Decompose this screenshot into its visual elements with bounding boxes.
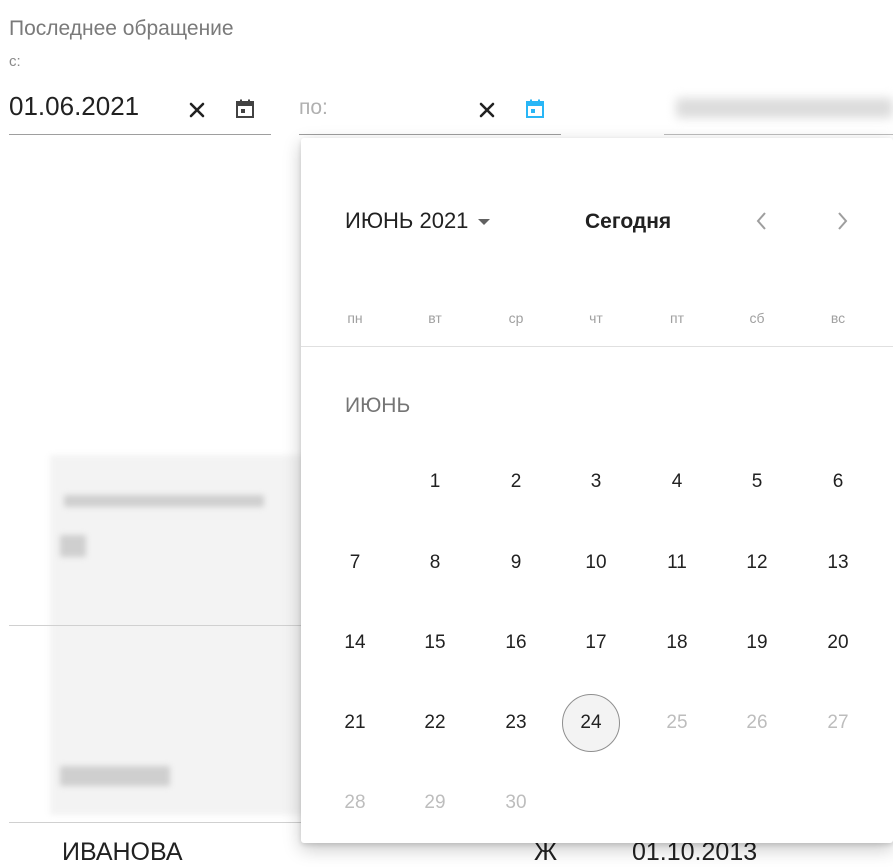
chevron-left-icon (756, 212, 766, 230)
day-cell[interactable]: 20 (808, 623, 868, 663)
last-visit-label: Последнее обращение (9, 17, 234, 40)
clear-from-close-icon[interactable] (183, 96, 211, 124)
day-cell-disabled: 28 (344, 792, 366, 813)
day-cell-disabled: 30 (505, 792, 527, 813)
day-cell[interactable]: 12 (727, 543, 787, 583)
weekday-label: пт (670, 310, 684, 326)
weekday-header: пн вт ср чт пт сб вс (301, 306, 893, 346)
day-cell[interactable]: 6 (808, 462, 868, 502)
day-cell-disabled: 26 (746, 712, 768, 733)
day-cell[interactable]: 18 (647, 623, 707, 663)
to-calendar-icon[interactable] (521, 95, 549, 123)
blurred-background-panel (50, 455, 310, 815)
blurred-line (60, 766, 170, 786)
day-cell[interactable]: 22 (405, 703, 465, 743)
month-year-dropdown[interactable]: ИЮНЬ 2021 (345, 208, 491, 234)
day-cell[interactable]: 19 (727, 623, 787, 663)
day-cell[interactable]: 14 (325, 623, 385, 663)
day-cell[interactable]: 7 (325, 543, 385, 583)
day-cell[interactable]: 8 (405, 543, 465, 583)
triangle-down-icon (478, 219, 491, 225)
weekday-label: вт (428, 310, 442, 326)
weekday-label: сб (749, 310, 765, 326)
day-cell[interactable]: 5 (727, 462, 787, 502)
date-to-placeholder: по: (299, 96, 328, 119)
month-year-label: ИЮНЬ 2021 (345, 208, 469, 233)
day-cell[interactable]: 2 (486, 462, 546, 502)
day-cell-disabled: 27 (827, 712, 849, 733)
date-from-value[interactable]: 01.06.2021 (9, 92, 139, 121)
day-cell-disabled: 25 (666, 712, 688, 733)
weekday-label: вс (830, 310, 846, 326)
datepicker-popup: ИЮНЬ 2021 Сегодня пн вт ср чт пт сб вс И… (301, 138, 893, 843)
weekday-label: чт (589, 310, 603, 326)
day-cell[interactable]: 13 (808, 543, 868, 583)
clear-to-close-icon[interactable] (473, 96, 501, 124)
background-divider (9, 822, 301, 823)
today-button[interactable]: Сегодня (585, 210, 671, 234)
day-cell[interactable]: 16 (486, 623, 546, 663)
prev-month-button[interactable] (747, 206, 777, 236)
day-cell[interactable]: 3 (566, 462, 626, 502)
chevron-right-icon (838, 212, 848, 230)
table-row-name: ИВАНОВА (62, 838, 183, 866)
month-title: ИЮНЬ (345, 394, 411, 417)
date-to-field[interactable]: по: (299, 86, 561, 135)
from-calendar-icon[interactable] (231, 95, 259, 123)
day-cell[interactable]: 11 (647, 543, 707, 583)
day-cell[interactable]: 21 (325, 703, 385, 743)
blurred-line (64, 495, 264, 507)
day-cell[interactable]: 15 (405, 623, 465, 663)
weekday-divider (301, 346, 893, 347)
blurred-search-field[interactable] (664, 86, 893, 135)
from-label: с: (9, 53, 21, 70)
day-cell[interactable]: 9 (486, 543, 546, 583)
day-cell[interactable]: 17 (566, 623, 626, 663)
day-cell-today[interactable]: 24 (562, 694, 620, 752)
date-from-field[interactable]: 01.06.2021 (9, 86, 271, 135)
day-cell[interactable]: 1 (405, 462, 465, 502)
day-cell[interactable]: 10 (566, 543, 626, 583)
blurred-placeholder (676, 98, 893, 118)
blurred-line (60, 535, 86, 557)
weekday-label: ср (508, 310, 524, 326)
weekday-label: пн (347, 310, 363, 326)
day-cell[interactable]: 23 (486, 703, 546, 743)
day-cell-disabled: 29 (424, 792, 446, 813)
day-cell[interactable]: 4 (647, 462, 707, 502)
next-month-button[interactable] (827, 206, 857, 236)
background-divider (9, 625, 301, 626)
